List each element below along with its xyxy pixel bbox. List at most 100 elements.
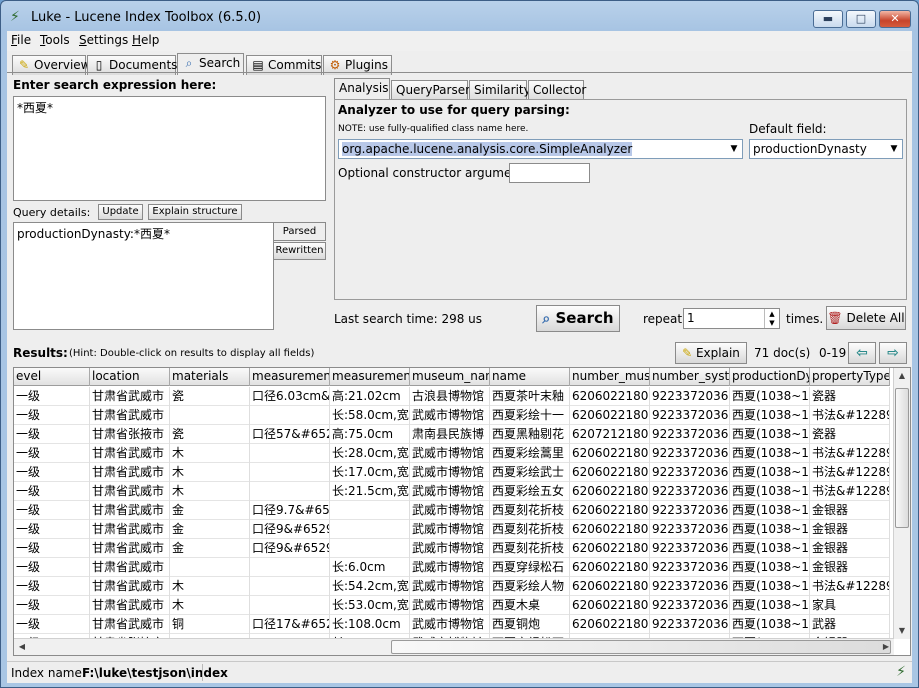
table-cell: 92233720368 — [650, 406, 730, 425]
result-range: 0-19 — [819, 346, 847, 360]
spin-up-icon[interactable]: ▲ — [764, 309, 779, 319]
table-row[interactable]: 一级 甘肃省武威市金口径9.7&#65: 武威市博物馆 西夏刻花折枝 620602218… — [14, 501, 890, 520]
column-header[interactable]: productionDyn — [730, 368, 810, 386]
column-header[interactable]: location — [90, 368, 170, 386]
table-cell: 书法&#12289 — [810, 406, 890, 425]
table-row[interactable]: 一级 甘肃省张掖市瓷口径57&#652 高:75.0cm 肃南县民族博 西夏黑釉剔花 62… — [14, 425, 890, 444]
table-row[interactable]: 一级 甘肃省武威市金口径9&#6529 武威市博物馆 西夏刻花折枝 6206022180… — [14, 520, 890, 539]
column-header[interactable]: measurement — [330, 368, 410, 386]
update-button[interactable]: Update — [98, 204, 143, 220]
column-header[interactable]: number_syste — [650, 368, 730, 386]
tab-queryparser[interactable]: QueryParser — [391, 80, 470, 100]
scroll-down-icon[interactable]: ▼ — [894, 623, 910, 639]
table-cell: 92233720368 — [650, 520, 730, 539]
table-cell: 西夏刻花折枝 — [490, 520, 570, 539]
table-row[interactable]: 一级 甘肃省武威市铜口径17&#652 长:108.0cm 武威市博物馆 西夏铜炮 620… — [14, 615, 890, 634]
table-cell: 甘肃省武威市 — [90, 558, 170, 577]
column-header[interactable]: evel — [14, 368, 90, 386]
default-field-select[interactable]: productionDynasty ▼ — [749, 139, 903, 159]
scroll-left-icon[interactable]: ◀ — [14, 639, 30, 655]
column-header[interactable]: materials — [170, 368, 250, 386]
constructor-arg-input[interactable] — [509, 163, 590, 183]
table-cell: 武威市博物馆 — [410, 501, 490, 520]
results-label: Results: — [13, 346, 68, 360]
tab-analysis[interactable]: Analysis — [334, 78, 390, 100]
table-cell: 92233720368 — [650, 501, 730, 520]
tab-collector[interactable]: Collector — [528, 80, 586, 100]
table-row[interactable]: 一级 甘肃省武威市木 长:17.0cm,宽 武威市博物馆 西夏彩绘武士 620602218… — [14, 463, 890, 482]
chevron-down-icon[interactable]: ▼ — [886, 140, 902, 158]
table-cell: 木 — [170, 577, 250, 596]
table-cell: 金 — [170, 539, 250, 558]
column-header[interactable]: museum_nan — [410, 368, 490, 386]
minimize-button[interactable]: ▬ — [813, 10, 843, 28]
table-cell: 书法&#12289 — [810, 463, 890, 482]
tab-similarity[interactable]: Similarity — [469, 80, 531, 100]
analyzer-select[interactable]: org.apache.lucene.analysis.core.SimpleAn… — [338, 139, 743, 159]
table-cell: 92233720368 — [650, 615, 730, 634]
status-divider — [202, 664, 203, 681]
explain-structure-button[interactable]: Explain structure — [148, 204, 242, 220]
table-cell: 92233720368 — [650, 539, 730, 558]
scroll-up-icon[interactable]: ▲ — [894, 368, 910, 384]
table-row[interactable]: 一级 甘肃省武威市木 长:21.5cm,宽 武威市博物馆 西夏彩绘五女 620602218… — [14, 482, 890, 501]
delete-all-button[interactable]: 🗑 Delete All — [826, 306, 906, 330]
menu-settings[interactable]: Settings — [79, 33, 128, 47]
table-cell: 武威市博物馆 — [410, 406, 490, 425]
column-header[interactable]: name — [490, 368, 570, 386]
table-cell: 西夏彩绘人物 — [490, 577, 570, 596]
maximize-button[interactable]: □ — [846, 10, 876, 28]
table-cell: 武威市博物馆 — [410, 463, 490, 482]
rewritten-tab[interactable]: Rewritten — [273, 242, 326, 260]
table-row[interactable]: 一级 甘肃省武威市木 长:53.0cm,宽 武威市博物馆 西夏木桌 6206022180 9… — [14, 596, 890, 615]
horizontal-scrollbar[interactable]: ◀ ▶ — [14, 638, 894, 655]
table-cell: 瓷 — [170, 387, 250, 406]
title-bar[interactable]: ⚡ Luke - Lucene Index Toolbox (6.5.0) ▬ … — [1, 1, 918, 31]
table-cell — [250, 406, 330, 425]
table-cell: 一级 — [14, 577, 90, 596]
table-cell — [330, 539, 410, 558]
vertical-scrollbar[interactable]: ▲ ▼ — [893, 368, 910, 639]
spin-down-icon[interactable]: ▼ — [764, 319, 779, 328]
column-header[interactable]: measurement — [250, 368, 330, 386]
table-row[interactable]: 一级 甘肃省武威市木 长:54.2cm,宽 武威市博物馆 西夏彩绘人物 620602218… — [14, 577, 890, 596]
chevron-down-icon[interactable]: ▼ — [726, 140, 742, 158]
table-row[interactable]: 一级 甘肃省武威市 长:58.0cm,宽 武威市博物馆 西夏彩绘十一 6206022180… — [14, 406, 890, 425]
table-cell: 西夏(1038~1: — [730, 463, 810, 482]
table-cell: 92233720368 — [650, 444, 730, 463]
table-row[interactable]: 一级 甘肃省武威市 长:6.0cm 武威市博物馆 西夏穿绿松石 6206022180 922… — [14, 558, 890, 577]
menu-help[interactable]: Help — [132, 33, 159, 47]
vertical-scroll-thumb[interactable] — [895, 388, 909, 528]
table-cell: 西夏茶叶末釉 — [490, 387, 570, 406]
search-button[interactable]: ⌕ Search — [536, 305, 620, 332]
repeat-spinner[interactable]: 1 ▲ ▼ — [683, 308, 780, 329]
table-cell: 甘肃省武威市 — [90, 539, 170, 558]
close-button[interactable]: ✕ — [879, 10, 911, 28]
table-row[interactable]: 一级 甘肃省武威市金口径9&#6529 武威市博物馆 西夏刻花折枝 6206022180… — [14, 539, 890, 558]
column-header[interactable]: number_muse — [570, 368, 650, 386]
table-cell: 金 — [170, 520, 250, 539]
table-cell: 武威市博物馆 — [410, 520, 490, 539]
table-cell: 一级 — [14, 558, 90, 577]
table-cell: 一级 — [14, 501, 90, 520]
next-page-button[interactable]: ⇨ — [879, 342, 907, 364]
search-expression-input[interactable]: *西夏* — [13, 96, 326, 201]
menu-file[interactable]: File — [11, 33, 31, 47]
results-hint: (Hint: Double-click on results to displa… — [69, 348, 315, 359]
menu-tools[interactable]: Tools — [40, 33, 70, 47]
parsed-tab[interactable]: Parsed — [273, 222, 326, 241]
table-cell: 口径17&#652 — [250, 615, 330, 634]
table-cell: 92233720368 — [650, 577, 730, 596]
table-cell: 一级 — [14, 482, 90, 501]
parsed-query-text: productionDynasty:*西夏* — [13, 222, 274, 330]
column-header[interactable]: propertyType — [810, 368, 890, 386]
scroll-right-icon[interactable]: ▶ — [878, 639, 894, 655]
table-row[interactable]: 一级 甘肃省武威市瓷口径6.03cm& 高:21.02cm 古浪县博物馆 西夏茶叶末釉 6… — [14, 387, 890, 406]
explain-button[interactable]: ✎ Explain — [675, 342, 747, 364]
prev-page-button[interactable]: ⇦ — [848, 342, 876, 364]
results-table-header: evel location materials measurement measurem… — [14, 368, 890, 386]
table-row[interactable]: 一级 甘肃省武威市木 长:28.0cm,宽 武威市博物馆 西夏彩绘蒿里 620602218… — [14, 444, 890, 463]
horizontal-scroll-thumb[interactable] — [391, 640, 891, 654]
table-cell: 武威市博物馆 — [410, 596, 490, 615]
table-cell: 6206022180 — [570, 558, 650, 577]
